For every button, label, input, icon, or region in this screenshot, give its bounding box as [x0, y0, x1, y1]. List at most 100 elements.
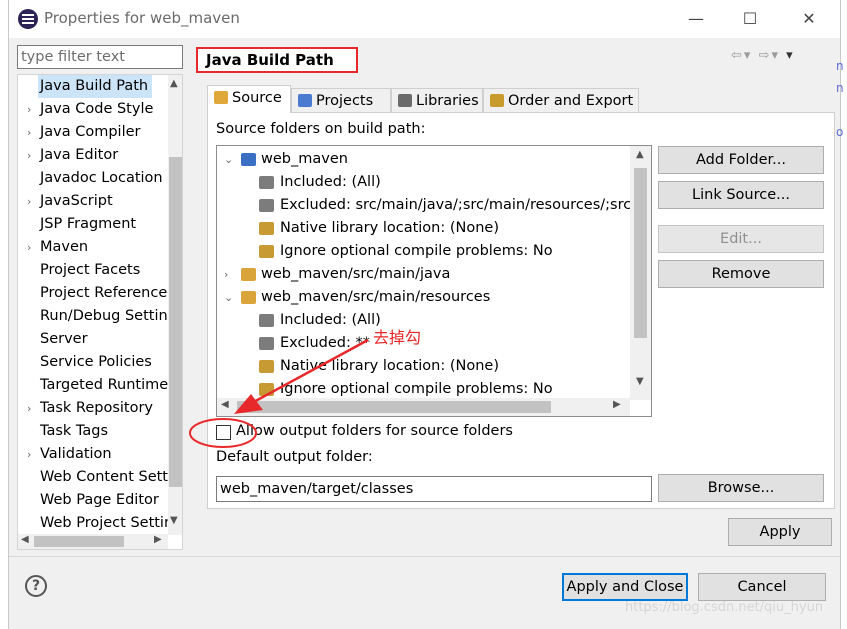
chevron-right-icon[interactable]: › — [27, 190, 31, 213]
nav-item[interactable]: Web Project Settings — [18, 512, 182, 535]
native-library-icon — [259, 360, 274, 373]
allow-output-folders-checkbox[interactable] — [216, 425, 231, 440]
chevron-right-icon[interactable]: › — [27, 121, 31, 144]
scroll-right-icon[interactable]: ▶ — [613, 399, 621, 410]
nav-item-label: Java Editor — [40, 147, 119, 163]
source-scroll-thumb[interactable] — [634, 168, 647, 338]
nav-item[interactable]: Service Policies — [18, 351, 168, 374]
nav-item-label: Project References — [40, 285, 175, 301]
close-button[interactable]: ✕ — [795, 6, 823, 32]
nav-item[interactable]: › Java Code Style — [18, 98, 168, 121]
property-nav-tree: Java Build Path › Java Code Style › Java Com… — [17, 74, 183, 550]
nav-item-label: Web Project Settings — [40, 515, 183, 531]
edit-button[interactable]: Edit... — [658, 225, 824, 253]
scroll-down-icon[interactable]: ▼ — [170, 515, 178, 526]
source-horizontal-scrollbar[interactable]: ◀ ▶ — [217, 398, 630, 416]
source-vertical-scrollbar[interactable]: ▲ ▼ — [630, 146, 651, 400]
chevron-down-icon[interactable]: ⌄ — [224, 148, 233, 171]
scroll-up-icon[interactable]: ▲ — [170, 78, 178, 89]
nav-item-label: Server — [40, 331, 88, 347]
source-row-text: Native library location: (None) — [280, 358, 499, 374]
chevron-right-icon[interactable]: › — [27, 144, 31, 167]
source-attribute-row[interactable]: Native library location: (None) — [217, 217, 630, 240]
forward-arrow-icon[interactable]: ⇨▾ — [759, 48, 780, 63]
nav-item[interactable]: Project References — [18, 282, 175, 305]
chevron-right-icon[interactable]: › — [27, 443, 31, 466]
watermark: https://blog.csdn.net/qiu_hyun — [625, 600, 824, 615]
remove-button[interactable]: Remove — [658, 260, 824, 288]
nav-item[interactable]: Java Build Path — [18, 75, 168, 98]
chevron-right-icon[interactable]: › — [27, 397, 31, 420]
nav-item[interactable]: › Java Editor — [18, 144, 168, 167]
chevron-right-icon[interactable]: › — [27, 236, 31, 259]
tab-order-and-export[interactable]: Order and Export — [483, 88, 639, 114]
source-hscroll-thumb[interactable] — [237, 401, 551, 413]
source-attribute-row[interactable]: Ignore optional compile problems: No — [217, 240, 630, 263]
source-attribute-row[interactable]: Included: (All) — [217, 309, 630, 332]
source-attribute-row[interactable]: Excluded: ** — [217, 332, 630, 355]
history-nav[interactable]: ⇦▾ ⇨▾ ▾ — [731, 48, 795, 63]
source-folder-row[interactable]: ⌄ web_maven — [217, 148, 630, 171]
nav-hscroll-thumb[interactable] — [34, 536, 124, 547]
nav-item-label: Web Page Editor — [40, 492, 159, 508]
nav-item-label: Project Facets — [40, 262, 141, 278]
view-menu-icon[interactable]: ▾ — [786, 48, 795, 63]
browse-button[interactable]: Browse... — [658, 474, 824, 502]
tab-source[interactable]: Source — [207, 85, 291, 113]
source-folder-row[interactable]: ⌄ web_maven/src/main/resources — [217, 286, 630, 309]
chevron-right-icon[interactable]: › — [224, 263, 228, 286]
nav-item[interactable]: Project Facets — [18, 259, 168, 282]
nav-vertical-scrollbar[interactable]: ▲ ▼ — [168, 75, 182, 535]
source-attribute-row[interactable]: Included: (All) — [217, 171, 630, 194]
nav-scroll-thumb[interactable] — [169, 157, 182, 487]
nav-item-label: Java Code Style — [40, 101, 154, 117]
add-folder-button[interactable]: Add Folder... — [658, 146, 824, 174]
nav-item[interactable]: › Validation — [18, 443, 168, 466]
cancel-button[interactable]: Cancel — [698, 573, 826, 601]
eclipse-icon — [18, 9, 38, 29]
tab-libraries[interactable]: Libraries — [391, 88, 483, 114]
filter-input[interactable] — [17, 45, 183, 69]
apply-and-close-button[interactable]: Apply and Close — [562, 573, 688, 601]
filter-exclude-icon — [259, 337, 274, 350]
source-attribute-row[interactable]: Native library location: (None) — [217, 355, 630, 378]
native-library-icon — [259, 222, 274, 235]
nav-item-label: JavaScript — [40, 193, 113, 209]
nav-horizontal-scrollbar[interactable]: ◀ ▶ — [18, 534, 168, 549]
scroll-right-icon[interactable]: ▶ — [154, 534, 162, 545]
back-arrow-icon[interactable]: ⇦▾ — [731, 48, 752, 63]
chevron-right-icon[interactable]: › — [27, 98, 31, 121]
minimize-button[interactable]: — — [682, 6, 710, 32]
nav-item[interactable]: Targeted Runtimes — [18, 374, 176, 397]
help-icon[interactable]: ? — [25, 575, 47, 597]
source-folder-row[interactable]: › web_maven/src/main/java — [217, 263, 630, 286]
allow-output-folders-label[interactable]: Allow output folders for source folders — [236, 423, 513, 439]
nav-item[interactable]: Web Page Editor — [18, 489, 168, 512]
nav-item[interactable]: › Java Compiler — [18, 121, 168, 144]
nav-item[interactable]: Server — [18, 328, 168, 351]
maximize-button[interactable]: ☐ — [736, 6, 764, 32]
nav-item-label: Task Tags — [40, 423, 109, 439]
chevron-down-icon[interactable]: ⌄ — [224, 286, 233, 309]
link-source-button[interactable]: Link Source... — [658, 181, 824, 209]
nav-item[interactable]: Task Tags — [18, 420, 168, 443]
nav-item[interactable]: › JavaScript — [18, 190, 168, 213]
nav-item[interactable]: Web Content Settings — [18, 466, 182, 489]
source-row-text: web_maven/src/main/resources — [261, 289, 491, 305]
nav-item[interactable]: JSP Fragment — [18, 213, 168, 236]
default-output-folder-input[interactable] — [216, 476, 652, 502]
source-folders-tree[interactable]: ⌄ web_maven Included: (All) Excluded: src/m… — [216, 145, 652, 417]
scroll-up-icon[interactable]: ▲ — [636, 149, 644, 160]
ignore-problems-icon — [259, 245, 274, 258]
tab-projects[interactable]: Projects — [291, 88, 391, 114]
source-attribute-row[interactable]: Excluded: src/main/java/;src/main/resour… — [217, 194, 651, 217]
scroll-down-icon[interactable]: ▼ — [636, 376, 644, 387]
project-folder-icon — [241, 153, 256, 166]
scroll-left-icon[interactable]: ◀ — [21, 534, 29, 545]
scroll-left-icon[interactable]: ◀ — [221, 399, 229, 410]
apply-button[interactable]: Apply — [728, 518, 832, 546]
nav-item[interactable]: › Task Repository — [18, 397, 168, 420]
nav-item[interactable]: Run/Debug Settings — [18, 305, 182, 328]
nav-item[interactable]: Javadoc Location — [18, 167, 168, 190]
nav-item[interactable]: › Maven — [18, 236, 168, 259]
